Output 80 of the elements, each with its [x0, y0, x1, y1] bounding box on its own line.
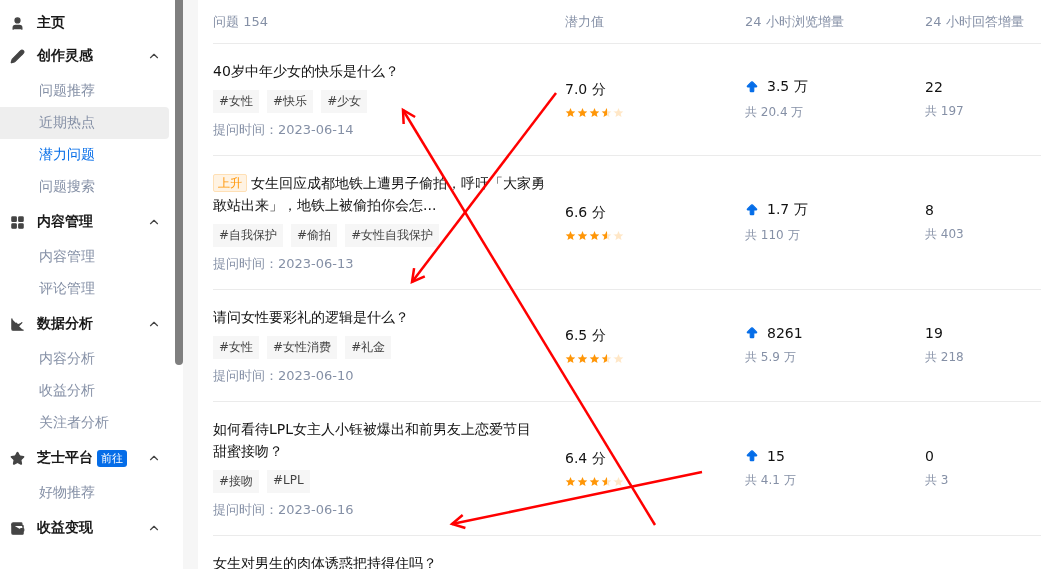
- nav-section-title[interactable]: 数据分析: [37, 315, 93, 333]
- star-icon: [601, 230, 612, 241]
- topic-tag[interactable]: #礼金: [345, 336, 392, 359]
- rising-badge: 上升: [213, 174, 247, 192]
- star-icon: [565, 353, 576, 364]
- star-icon: [577, 230, 588, 241]
- question-date: 提问时间：2023-06-14: [213, 121, 355, 139]
- view-total: 共 5.9 万: [745, 349, 796, 366]
- potential-score: 7.0 分: [565, 81, 606, 99]
- topic-tag[interactable]: #少女: [321, 90, 368, 113]
- star-icon: [577, 107, 588, 118]
- topic-tag[interactable]: #女性: [213, 90, 260, 113]
- potential-score: 6.5 分: [565, 327, 606, 345]
- answer-increase: 19: [925, 325, 943, 341]
- star-icon: [577, 353, 588, 364]
- question-title[interactable]: 40岁中年少女的快乐是什么？: [213, 60, 545, 82]
- topic-tag[interactable]: #女性自我保护: [345, 224, 440, 247]
- view-total: 共 20.4 万: [745, 104, 804, 121]
- answer-total: 共 197: [925, 103, 964, 120]
- answer-total: 共 403: [925, 226, 964, 243]
- star-icon: [577, 476, 588, 487]
- star-icon: [565, 230, 576, 241]
- star-icon: [613, 353, 624, 364]
- column-header: 问题 154: [213, 12, 268, 31]
- topic-tag[interactable]: #快乐: [267, 90, 314, 113]
- star-icon: [589, 476, 600, 487]
- question-title[interactable]: 如何看待LPL女主人小钰被爆出和前男友上恋爱节目甜蜜接吻？: [213, 418, 545, 462]
- topic-tag[interactable]: #LPL: [267, 470, 310, 493]
- nav-badge[interactable]: 前往: [97, 449, 127, 467]
- column-header: 潜力值: [565, 12, 604, 31]
- nav-section-title[interactable]: 创作灵感: [37, 47, 93, 65]
- question-date: 提问时间：2023-06-13: [213, 255, 355, 273]
- star-icon: [601, 476, 612, 487]
- star-icon: [601, 107, 612, 118]
- view-increase: 1.7 万: [767, 201, 808, 219]
- star-icon: [10, 450, 25, 466]
- grid-icon: [10, 214, 25, 230]
- answer-total: 共 218: [925, 349, 964, 366]
- topic-tag[interactable]: #女性消费: [267, 336, 338, 359]
- nav-section-title[interactable]: 收益变现: [37, 519, 93, 537]
- question-title[interactable]: 请问女性要彩礼的逻辑是什么？: [213, 306, 545, 328]
- up-arrow-icon: [745, 326, 759, 340]
- star-icon: [613, 230, 624, 241]
- star-icon: [589, 107, 600, 118]
- question-date: 提问时间：2023-06-10: [213, 367, 355, 385]
- answer-increase: 8: [925, 202, 934, 218]
- column-header: 24 小时浏览增量: [745, 12, 844, 31]
- potential-score: 6.4 分: [565, 450, 606, 468]
- topic-tag[interactable]: #接吻: [213, 470, 260, 493]
- star-icon: [613, 107, 624, 118]
- topic-tag[interactable]: #偷拍: [291, 224, 338, 247]
- up-arrow-icon: [745, 80, 759, 94]
- nav-section-title[interactable]: 主页: [37, 14, 65, 32]
- column-header: 24 小时回答增量: [925, 12, 1024, 31]
- pencil-icon: [10, 48, 25, 64]
- star-icon: [601, 353, 612, 364]
- up-arrow-icon: [745, 203, 759, 217]
- wallet-icon: [10, 520, 25, 536]
- answer-total: 共 3: [925, 472, 949, 489]
- view-total: 共 110 万: [745, 227, 800, 244]
- view-increase: 15: [767, 448, 785, 464]
- topic-tag[interactable]: #自我保护: [213, 224, 284, 247]
- view-increase: 8261: [767, 325, 803, 341]
- answer-increase: 22: [925, 79, 943, 95]
- star-icon: [613, 476, 624, 487]
- user-icon: [10, 15, 25, 31]
- nav-section-title[interactable]: 芝士平台: [37, 449, 93, 467]
- up-arrow-icon: [745, 449, 759, 463]
- topic-tag[interactable]: #女性: [213, 336, 260, 359]
- potential-score: 6.6 分: [565, 204, 606, 222]
- star-icon: [565, 476, 576, 487]
- answer-increase: 0: [925, 448, 934, 464]
- view-increase: 3.5 万: [767, 78, 808, 96]
- scrollbar-thumb[interactable]: [175, 0, 183, 365]
- question-date: 提问时间：2023-06-16: [213, 501, 355, 519]
- view-total: 共 4.1 万: [745, 472, 796, 489]
- star-icon: [589, 353, 600, 364]
- star-icon: [565, 107, 576, 118]
- star-icon: [589, 230, 600, 241]
- nav-section-title[interactable]: 内容管理: [37, 213, 93, 231]
